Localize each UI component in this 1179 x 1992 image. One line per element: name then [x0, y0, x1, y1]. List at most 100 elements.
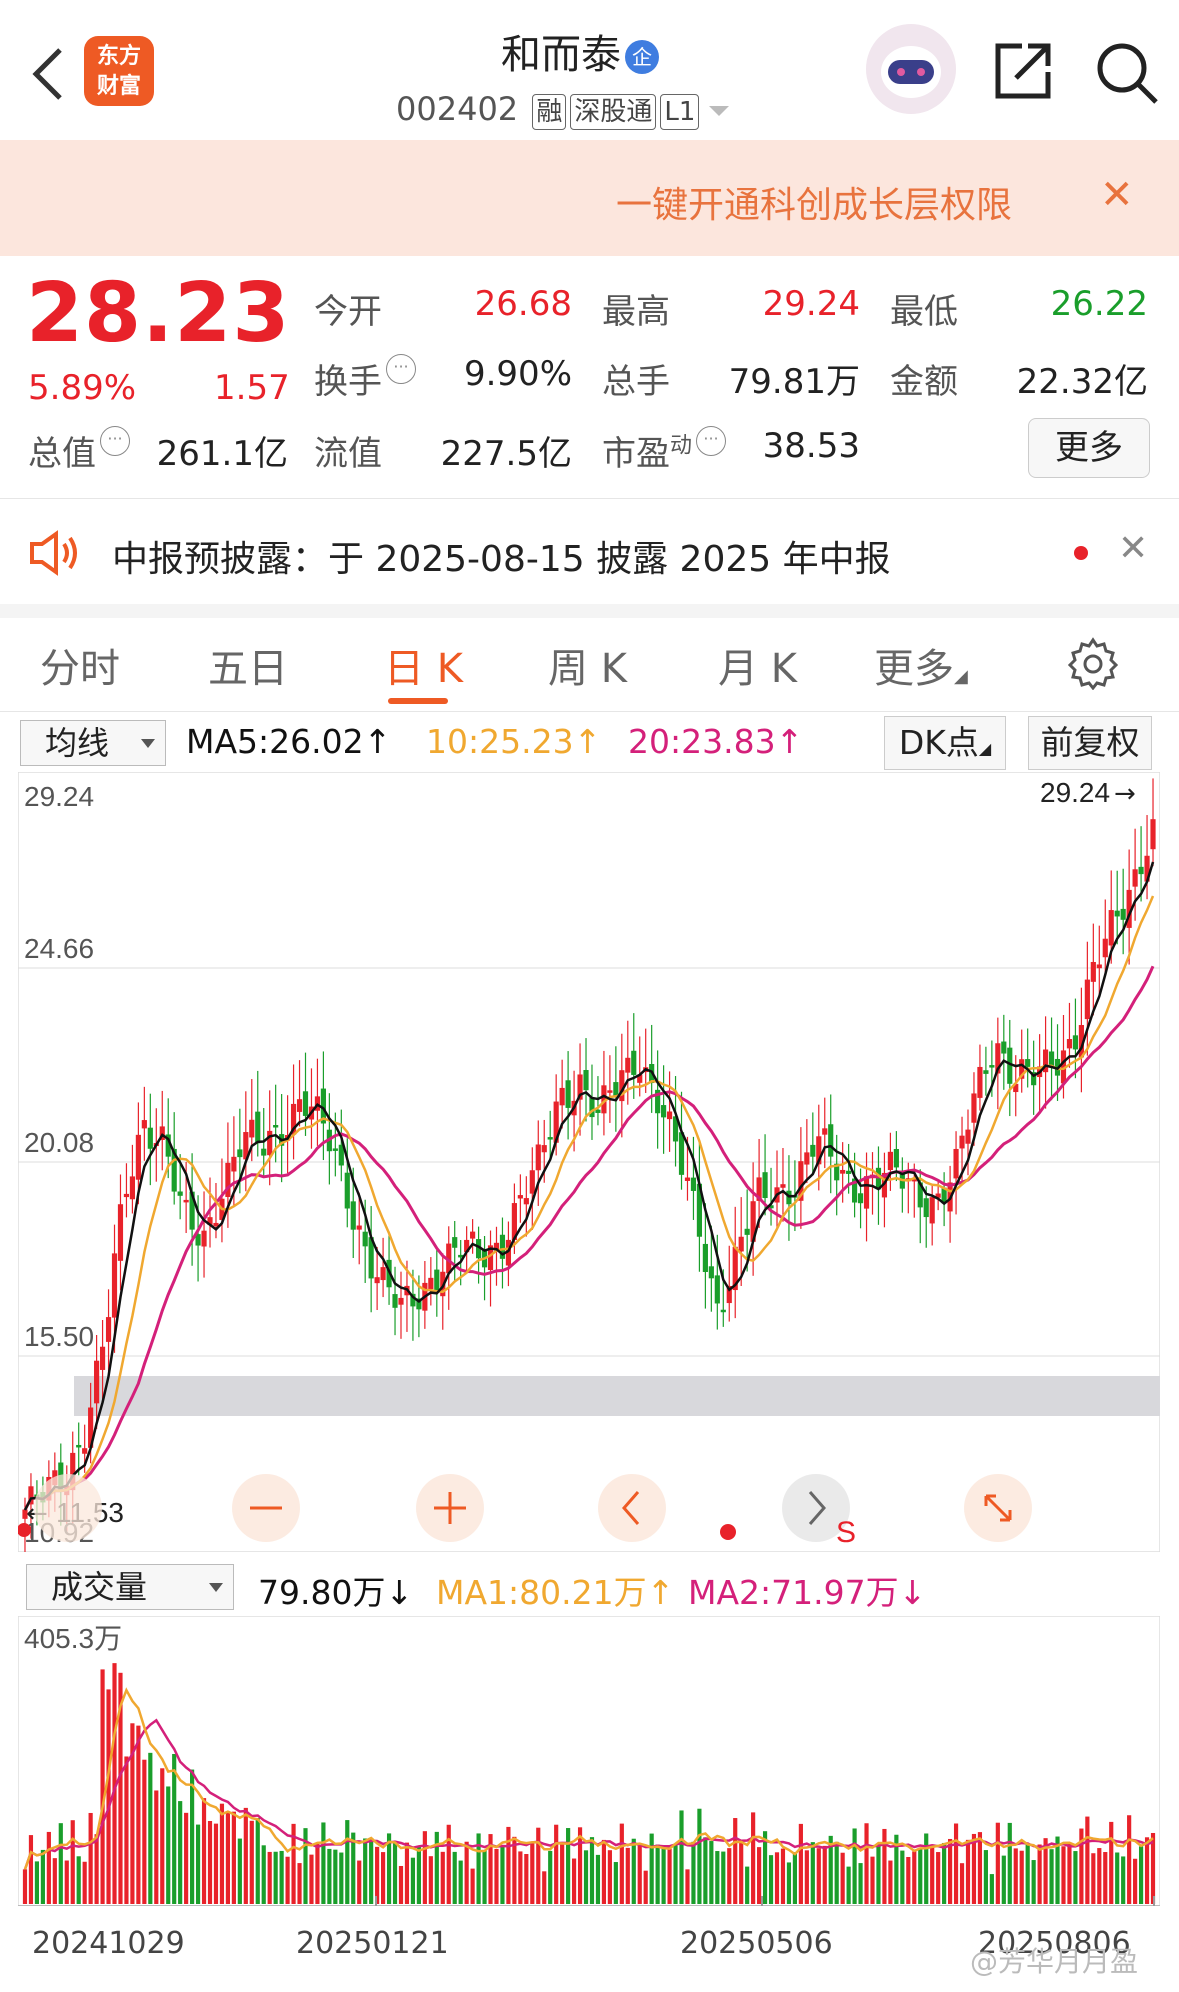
candle-body — [332, 1148, 338, 1151]
volume-bar — [52, 1858, 57, 1904]
section-gap — [0, 604, 1179, 618]
adjust-mode-button[interactable]: 前复权 — [1028, 716, 1152, 770]
tab-daily-k[interactable]: 日 K — [384, 636, 463, 694]
kline-chart[interactable]: 29.24 24.66 20.08 15.50 10.92 29.24 → ← … — [18, 772, 1160, 1552]
volume-bar — [195, 1824, 201, 1904]
volume-bar — [64, 1860, 69, 1904]
search-icon[interactable] — [1094, 40, 1160, 106]
gear-icon[interactable] — [1066, 636, 1120, 690]
candle-body — [989, 1065, 995, 1068]
volume-bar — [452, 1851, 457, 1904]
volume-bar — [900, 1850, 905, 1904]
candle-body — [452, 1237, 458, 1248]
volume-bar — [619, 1823, 624, 1904]
back-icon[interactable] — [28, 44, 68, 104]
candle-body — [863, 1176, 870, 1209]
candle-body — [117, 1204, 124, 1261]
candle-body — [350, 1201, 356, 1230]
indicator-select[interactable]: 均线 — [20, 720, 166, 766]
volume-bar — [201, 1798, 207, 1904]
volume-bar — [583, 1850, 589, 1904]
field-value-pe: 38.53 — [762, 426, 860, 466]
tab-more[interactable]: 更多◢ — [874, 636, 968, 694]
volume-bar — [327, 1848, 332, 1904]
candle-body — [1025, 1059, 1031, 1067]
volume-bar — [816, 1848, 821, 1904]
enterprise-badge: 企 — [625, 40, 659, 74]
volume-bar — [178, 1801, 183, 1904]
candle-body — [255, 1111, 261, 1144]
chevron-down-icon[interactable] — [709, 106, 730, 116]
candle-body — [231, 1156, 237, 1172]
dk-point-button[interactable]: DK点◢ — [884, 716, 1006, 770]
volume-bar — [554, 1824, 559, 1904]
assistant-robot-icon[interactable] — [866, 24, 956, 114]
volume-bar — [285, 1856, 290, 1904]
info-icon[interactable]: ··· — [100, 426, 130, 456]
app-logo: 东方 财富 — [84, 36, 154, 106]
volume-bar — [1049, 1849, 1054, 1904]
candle-body — [595, 1109, 601, 1113]
volume-bar — [494, 1848, 499, 1904]
volume-select[interactable]: 成交量 — [26, 1564, 234, 1610]
volume-bar — [506, 1826, 511, 1904]
sell-marker: S — [836, 1516, 856, 1549]
more-fields-button[interactable]: 更多 — [1028, 418, 1150, 478]
volume-bar — [548, 1850, 553, 1904]
dk-control[interactable] — [34, 1474, 102, 1542]
volume-chart[interactable]: 405.3万 — [18, 1616, 1160, 1906]
active-tab-indicator — [388, 698, 448, 704]
dk-label: DK点 — [898, 723, 979, 762]
candle-body — [135, 1134, 141, 1180]
candle-body — [559, 1087, 565, 1106]
tab-intraday[interactable]: 分时 — [40, 636, 120, 694]
volume-bar — [792, 1852, 797, 1904]
tab-monthly-k[interactable]: 月 K — [718, 636, 797, 694]
field-value-volume: 79.81万 — [728, 362, 860, 402]
notice-bar[interactable]: 中报预披露：于 2025-08-15 披露 2025 年中报 ✕ — [0, 500, 1179, 604]
volume-text: 79.80万 — [258, 1573, 386, 1612]
volume-bar — [989, 1874, 994, 1904]
tab-five-day[interactable]: 五日 — [208, 636, 288, 694]
volume-bar — [70, 1820, 75, 1904]
promo-banner[interactable]: 一键开通科创成长层权限 ✕ — [0, 140, 1179, 256]
candle-body — [356, 1225, 362, 1230]
volume-ma1: MA1:80.21万↑ — [436, 1566, 674, 1614]
field-value-turnover: 9.90% — [463, 354, 572, 394]
volume-ma2-text: MA2:71.97万 — [688, 1573, 899, 1612]
volume-bar — [315, 1844, 320, 1904]
candle-body — [201, 1230, 207, 1247]
tab-weekly-k[interactable]: 周 K — [548, 636, 627, 694]
candle-body — [529, 1170, 535, 1194]
ma20-value: 20:23.83↑ — [628, 722, 803, 761]
volume-bar — [34, 1861, 40, 1904]
promo-text[interactable]: 一键开通科创成长层权限 — [616, 176, 1056, 228]
close-icon[interactable]: ✕ — [1118, 528, 1148, 569]
volume-bar — [518, 1851, 523, 1904]
field-label-turnover: 换手 ··· — [314, 354, 416, 403]
volume-bar — [1013, 1848, 1018, 1904]
candle-body — [857, 1193, 864, 1204]
volume-bar — [82, 1861, 87, 1904]
share-icon[interactable] — [992, 40, 1054, 102]
volume-bar — [751, 1812, 756, 1904]
notice-text[interactable]: 中报预披露：于 2025-08-15 披露 2025 年中报 — [112, 530, 891, 582]
volume-bar — [1037, 1844, 1042, 1904]
tag-connect: 深股通 — [570, 94, 657, 130]
candle-body — [1102, 938, 1108, 958]
candle-body — [780, 1184, 786, 1188]
info-icon[interactable]: ··· — [386, 354, 416, 384]
stock-code-row: 002402 融深股通 L1 — [396, 90, 730, 130]
tag-margin: 融 — [532, 94, 567, 130]
scroll-left-button[interactable] — [598, 1474, 666, 1542]
close-icon[interactable]: ✕ — [1100, 172, 1134, 218]
volume-bar — [1007, 1822, 1012, 1904]
logo-text-top: 东方 — [96, 44, 141, 69]
volume-bar — [351, 1832, 356, 1904]
volume-bar — [733, 1818, 738, 1904]
volume-bar — [566, 1828, 571, 1904]
candle-body — [428, 1277, 434, 1290]
logo-text-bottom: 财富 — [96, 74, 141, 99]
volume-bar — [643, 1870, 648, 1904]
volume-bar — [882, 1828, 887, 1904]
